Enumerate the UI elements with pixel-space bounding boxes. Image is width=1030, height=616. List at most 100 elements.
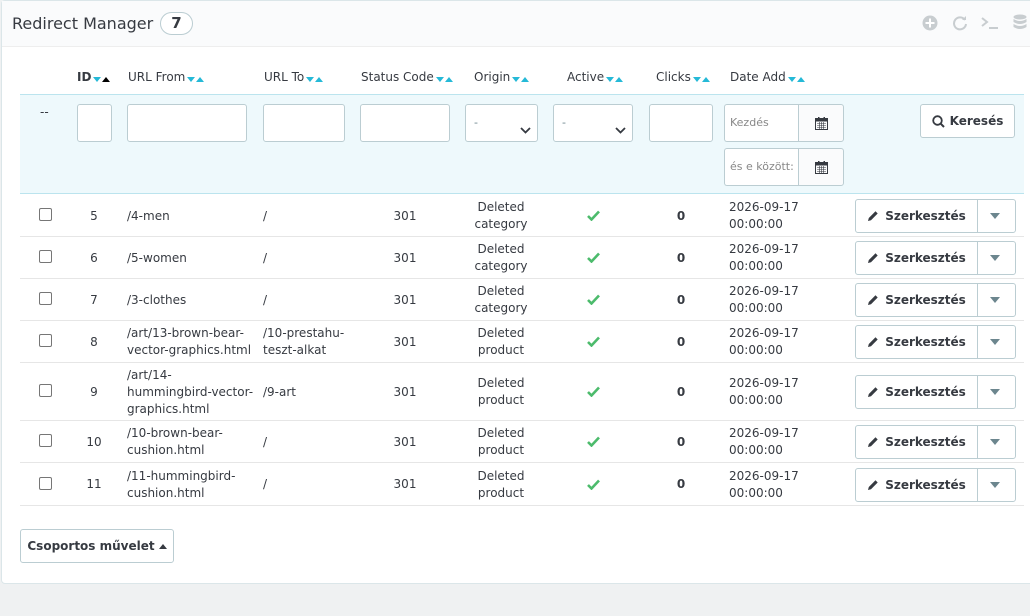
row-checkbox[interactable] xyxy=(39,384,52,397)
check-icon[interactable] xyxy=(573,293,613,310)
sort-desc-icon[interactable] xyxy=(787,76,796,82)
dropdown-caret-icon[interactable] xyxy=(990,297,1000,303)
col-header-status-code[interactable]: Status Code xyxy=(361,70,453,85)
edit-button[interactable]: Szerkesztés xyxy=(856,242,978,274)
cell-url-from: /art/14- hummingbird-vector-graphics.html xyxy=(127,367,257,418)
cell-origin: Deleted category xyxy=(461,283,541,317)
sort-desc-icon[interactable] xyxy=(306,76,315,82)
sort-desc-icon[interactable] xyxy=(435,76,444,82)
check-icon[interactable] xyxy=(573,335,613,352)
date-to-calendar-button[interactable] xyxy=(798,148,844,186)
filter-date-from-input[interactable]: Kezdés xyxy=(724,104,798,142)
filter-clicks-input[interactable] xyxy=(649,104,713,142)
search-button[interactable]: Keresés xyxy=(920,104,1015,138)
sort-asc-icon[interactable] xyxy=(796,76,805,82)
sort-asc-icon[interactable] xyxy=(196,76,205,82)
filter-url-to-input[interactable] xyxy=(263,104,345,142)
row-checkbox[interactable] xyxy=(39,250,52,263)
filter-active-select[interactable]: - xyxy=(553,104,633,142)
row-checkbox[interactable] xyxy=(39,208,52,221)
row-edit-group: Szerkesztés xyxy=(855,425,1016,459)
cell-url-to-line: / xyxy=(263,434,268,449)
dropdown-caret-icon[interactable] xyxy=(990,213,1000,219)
cell-origin: Deleted product xyxy=(461,425,541,459)
cell-url-from-line: hummingbird-vector- xyxy=(127,384,254,399)
filter-origin-select[interactable]: - xyxy=(465,104,538,142)
sort-desc-icon[interactable] xyxy=(93,76,102,82)
col-header-active[interactable]: Active xyxy=(567,70,624,85)
sort-asc-icon[interactable] xyxy=(102,76,111,82)
edit-button[interactable]: Szerkesztés xyxy=(856,200,978,232)
dropdown-caret-icon[interactable] xyxy=(990,255,1000,261)
cell-origin-line: category xyxy=(474,217,528,231)
cell-date-add-line: 00:00:00 xyxy=(729,259,783,273)
check-icon[interactable] xyxy=(573,251,613,268)
check-icon[interactable] xyxy=(573,435,613,452)
row-checkbox[interactable] xyxy=(39,434,52,447)
cell-url-from-line: cushion.html xyxy=(127,443,205,457)
check-icon[interactable] xyxy=(573,209,613,226)
sort-asc-icon[interactable] xyxy=(444,76,453,82)
calendar-icon xyxy=(814,116,828,130)
database-icon[interactable] xyxy=(1010,13,1030,33)
edit-button[interactable]: Szerkesztés xyxy=(856,284,978,316)
edit-button[interactable]: Szerkesztés xyxy=(856,376,978,408)
sort-asc-icon[interactable] xyxy=(615,76,624,82)
dropdown-caret-icon[interactable] xyxy=(990,481,1000,488)
cell-url-from: /10-brown-bear-cushion.html xyxy=(127,425,257,459)
cell-clicks: 0 xyxy=(676,477,686,491)
sort-desc-icon[interactable] xyxy=(692,76,701,82)
sort-asc-icon[interactable] xyxy=(315,76,324,82)
cell-url-from-line: /10-brown-bear- xyxy=(127,426,223,440)
cell-url-to: / xyxy=(263,476,353,493)
bulk-select-placeholder: -- xyxy=(40,105,49,119)
panel-header: Redirect Manager 7 xyxy=(2,1,1030,47)
row-checkbox[interactable] xyxy=(39,334,52,347)
dropdown-caret-icon[interactable] xyxy=(990,389,1000,395)
bulk-actions-button[interactable]: Csoportos művelet xyxy=(20,529,174,563)
row-checkbox[interactable] xyxy=(39,476,52,490)
sort-desc-icon[interactable] xyxy=(606,76,615,82)
cell-clicks: 0 xyxy=(676,208,686,223)
col-header-url-from[interactable]: URL From xyxy=(128,70,205,85)
filter-status-code-input[interactable] xyxy=(360,104,450,142)
date-from-calendar-button[interactable] xyxy=(798,104,844,142)
col-header-url-to[interactable]: URL To xyxy=(264,70,324,85)
cell-url-from: /5-women xyxy=(127,250,257,267)
row-edit-group: Szerkesztés xyxy=(855,241,1016,275)
cell-status-code: 301 xyxy=(393,477,417,491)
cell-date-add: 2026-09-17 00:00:00 xyxy=(729,468,839,502)
col-header-id[interactable]: ID xyxy=(77,70,111,85)
pencil-icon xyxy=(868,295,878,305)
sort-desc-icon[interactable] xyxy=(187,76,196,82)
cell-status-code: 301 xyxy=(393,250,417,265)
row-checkbox[interactable] xyxy=(39,292,52,305)
cell-date-add: 2026-09-17 00:00:00 xyxy=(729,283,839,317)
col-header-clicks[interactable]: Clicks xyxy=(656,70,710,85)
sort-asc-icon[interactable] xyxy=(521,76,530,82)
check-icon[interactable] xyxy=(573,385,613,402)
toolbar xyxy=(920,13,1030,33)
edit-button[interactable]: Szerkesztés xyxy=(856,426,978,458)
add-icon[interactable] xyxy=(920,13,940,33)
dropdown-caret-icon[interactable] xyxy=(990,339,1000,345)
cell-id: 8 xyxy=(90,334,98,349)
filter-row: -- - - Kezdés és e között: Keresés xyxy=(20,94,1024,194)
filter-url-from-input[interactable] xyxy=(127,104,247,142)
edit-button[interactable]: Szerkesztés xyxy=(856,326,978,358)
refresh-icon[interactable] xyxy=(950,13,970,33)
col-header-origin[interactable]: Origin xyxy=(474,70,530,85)
dropdown-caret-icon[interactable] xyxy=(990,439,1000,445)
cell-origin-line: Deleted xyxy=(477,200,525,214)
cell-date-add-line: 00:00:00 xyxy=(729,443,783,457)
filter-date-to-input[interactable]: és e között: xyxy=(724,148,798,186)
sort-desc-icon[interactable] xyxy=(512,76,521,82)
check-icon[interactable] xyxy=(573,478,613,495)
sort-asc-icon[interactable] xyxy=(701,76,710,82)
filter-id-input[interactable] xyxy=(77,104,112,142)
edit-button[interactable]: Szerkesztés xyxy=(856,468,978,501)
cell-origin-line: product xyxy=(477,393,525,407)
terminal-icon[interactable] xyxy=(980,13,1000,33)
count-badge: 7 xyxy=(160,12,193,35)
col-header-date-add[interactable]: Date Add xyxy=(730,70,805,85)
